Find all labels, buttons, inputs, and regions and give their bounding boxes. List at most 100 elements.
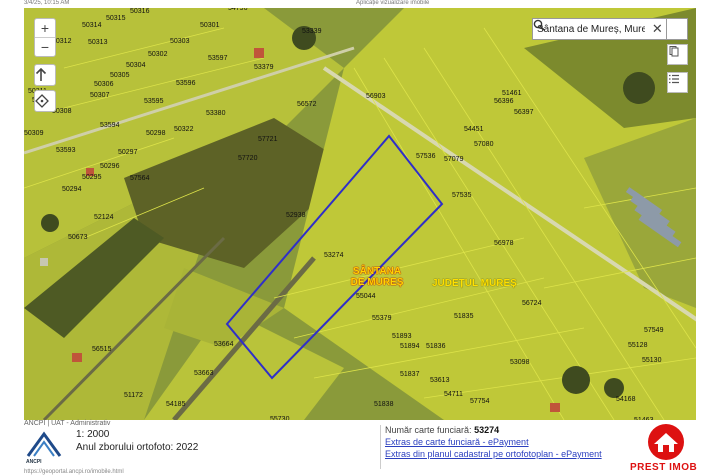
- parcel-number: 50307: [90, 92, 110, 99]
- parcel-number: 55379: [372, 315, 392, 322]
- parcel-number: 56978: [494, 240, 514, 247]
- zoom-in-button[interactable]: +: [35, 19, 55, 37]
- parcel-number: 53613: [430, 377, 450, 384]
- parcel-number: 51837: [400, 371, 420, 378]
- parcel-info-panel: Număr carte funciară: 53274 Extras de ca…: [380, 425, 613, 469]
- parcel-number: 56397: [514, 109, 534, 116]
- parcel-number: 56903: [366, 93, 386, 100]
- land-book-info: Număr carte funciară: 53274: [385, 425, 613, 435]
- parcel-number: 52938: [286, 212, 306, 219]
- county-label: JUDEȚUL MUREȘ: [432, 278, 517, 289]
- print-title: Aplicație vizualizare imobile: [356, 0, 430, 6]
- orthophoto-layer: [24, 8, 696, 420]
- parcel-number: 57721: [258, 136, 278, 143]
- map-view[interactable]: 5031650315503145031350312503115030550304…: [24, 8, 696, 420]
- ancpi-logo-text: ANCPI: [26, 459, 42, 465]
- land-book-extract-link[interactable]: Extras de carte funciară - ePayment: [385, 437, 613, 447]
- parcel-number: 50297: [118, 149, 138, 156]
- land-book-label: Număr carte funciară:: [385, 425, 472, 435]
- parcel-number: 53593: [56, 147, 76, 154]
- parcel-number: 55130: [642, 357, 662, 364]
- parcel-number: 54185: [166, 401, 186, 408]
- parcel-number: 51835: [454, 313, 474, 320]
- parcel-number: 57535: [452, 192, 472, 199]
- crosshair-icon: [35, 94, 49, 108]
- parcel-number: 50294: [62, 186, 82, 193]
- parcel-number: 51893: [392, 333, 412, 340]
- parcel-number: 50322: [174, 126, 194, 133]
- page-url: https://geoportal.ancpi.ro/imobile.html: [24, 469, 124, 475]
- brand-logo: PREST IMOB: [626, 422, 708, 475]
- zoom-control: + −: [34, 18, 56, 57]
- parcel-number: 56515: [92, 346, 112, 353]
- close-icon[interactable]: ✕: [649, 21, 666, 37]
- parcel-number: 57720: [238, 155, 258, 162]
- footer: ANCPI | UAT - Administrativ ANCPI 1: 200…: [0, 420, 720, 475]
- parcel-number: 50309: [24, 130, 44, 137]
- parcel-number: 53098: [510, 359, 530, 366]
- house-logo-icon: [648, 424, 684, 460]
- flight-year: Anul zborului ortofoto: 2022: [76, 442, 199, 453]
- parcel-number: 50305: [110, 72, 130, 79]
- parcel-number: 50298: [146, 130, 166, 137]
- parcel-number: 50315: [106, 15, 126, 22]
- parcel-number: 50314: [82, 22, 102, 29]
- parcel-number: 50302: [148, 51, 168, 58]
- parcel-number: 53274: [324, 252, 344, 259]
- parcel-number: 57079: [444, 156, 464, 163]
- parcel-number: 55044: [356, 293, 376, 300]
- parcel-number: 54451: [464, 126, 484, 133]
- parcel-number: 53595: [144, 98, 164, 105]
- parcel-number: 54168: [616, 396, 636, 403]
- cadastral-plan-extract-link[interactable]: Extras din planul cadastral pe ortofotop…: [385, 449, 613, 459]
- layers-button[interactable]: [667, 44, 688, 65]
- parcel-number: 50301: [200, 22, 220, 29]
- layers-icon: [669, 46, 679, 57]
- parcel-number: 52124: [94, 214, 114, 221]
- parcel-number: 53663: [194, 370, 214, 377]
- parcel-number: 53380: [206, 110, 226, 117]
- parcel-number: 50295: [82, 174, 102, 181]
- browser-print-header: 3/4/25, 10:15 AM Aplicație vizualizare i…: [0, 0, 720, 8]
- parcel-number: 57549: [644, 327, 664, 334]
- search-input[interactable]: [533, 23, 649, 35]
- search-button[interactable]: [533, 19, 687, 39]
- arrow-up-icon: [35, 68, 47, 81]
- parcel-number: 50313: [88, 39, 108, 46]
- parcel-number: 50316: [130, 8, 150, 15]
- search-box: ✕: [532, 18, 688, 40]
- parcel-number: 56572: [297, 101, 317, 108]
- locate-button[interactable]: [34, 90, 56, 112]
- parcel-number: 51172: [124, 392, 143, 399]
- parcel-number: 57564: [130, 175, 150, 182]
- parcel-number: 50303: [170, 38, 190, 45]
- parcel-number: 53339: [302, 28, 322, 35]
- parcel-number: 50304: [126, 62, 146, 69]
- parcel-number: 56396: [494, 98, 514, 105]
- parcel-number: 51894: [400, 343, 420, 350]
- parcel-number: 57080: [474, 141, 494, 148]
- parcel-number: 53664: [214, 341, 234, 348]
- parcel-number: 56724: [522, 300, 542, 307]
- parcel-number: 50306: [94, 81, 114, 88]
- brand-name: PREST IMOB: [630, 462, 698, 473]
- parcel-number: 53379: [254, 64, 274, 71]
- parcel-number: 54711: [444, 391, 463, 398]
- parcel-number: 54796: [228, 8, 248, 12]
- parcel-number: 53594: [100, 122, 120, 129]
- north-button[interactable]: [34, 64, 56, 86]
- locality-label: SÂNTANA DE MUREȘ: [350, 266, 404, 288]
- print-date: 3/4/25, 10:15 AM: [24, 0, 70, 6]
- parcel-number: 51461: [502, 90, 522, 97]
- legend-button[interactable]: [667, 72, 688, 93]
- parcel-number: 57536: [416, 153, 436, 160]
- parcel-number: 53597: [208, 55, 228, 62]
- parcel-number: 50673: [68, 234, 88, 241]
- parcel-number: 50296: [100, 163, 120, 170]
- parcel-number: 57754: [470, 398, 490, 405]
- parcel-number: 51838: [374, 401, 394, 408]
- zoom-out-button[interactable]: −: [35, 37, 55, 56]
- land-book-number: 53274: [474, 425, 500, 435]
- list-icon: [669, 74, 679, 84]
- parcel-number: 53596: [176, 80, 196, 87]
